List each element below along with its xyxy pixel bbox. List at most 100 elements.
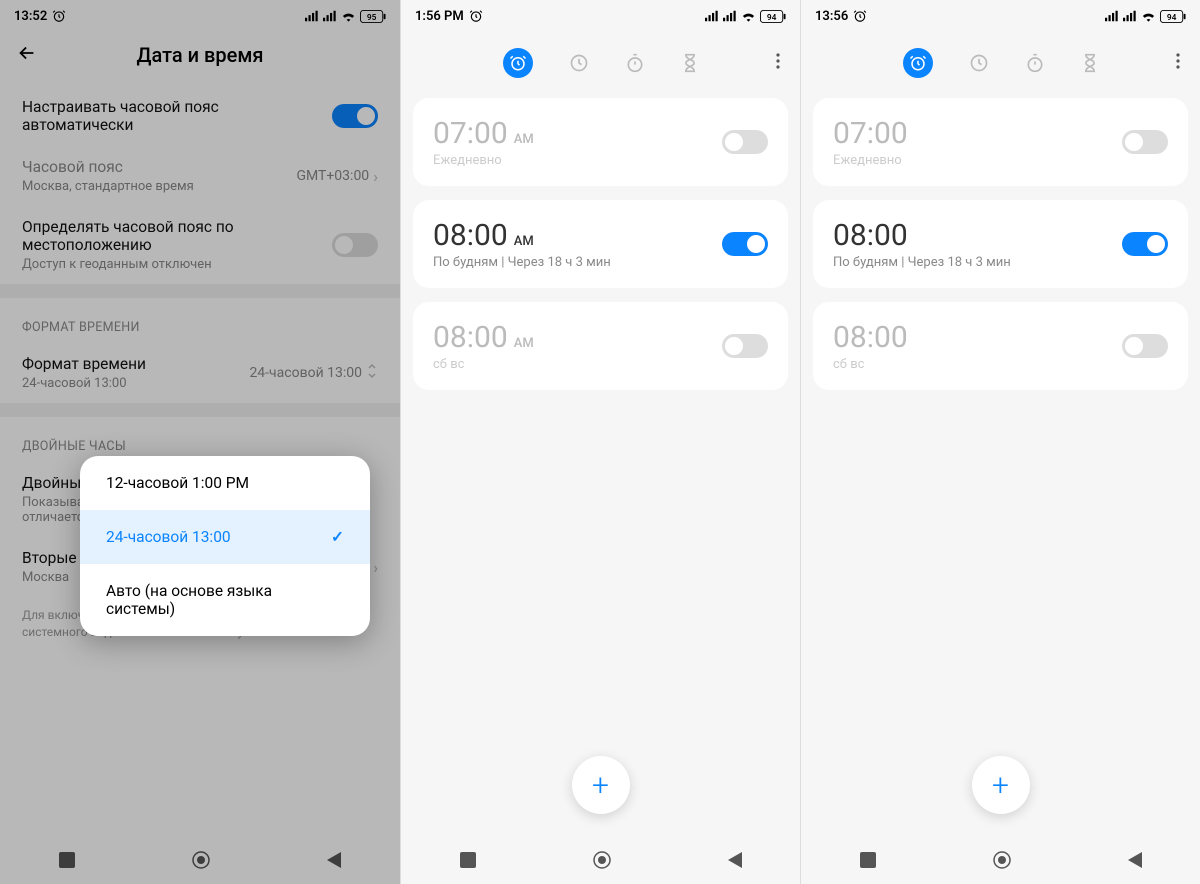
nav-home-icon[interactable] — [993, 851, 1011, 869]
status-bar: 1:56 PM 94 — [401, 0, 800, 32]
nav-back-icon[interactable] — [327, 852, 341, 868]
alarm-toggle[interactable] — [1122, 334, 1168, 358]
more-menu[interactable] — [1176, 53, 1180, 73]
alarm-icon — [853, 9, 867, 23]
tab-alarm[interactable] — [903, 48, 933, 78]
row-sublabel: 24-часовой 13:00 — [22, 376, 249, 391]
alarm-toggle[interactable] — [1122, 232, 1168, 256]
alarm-time: 08:00 — [833, 218, 908, 253]
updown-icon — [366, 363, 378, 383]
clock-tabs — [401, 32, 800, 98]
nav-back-icon[interactable] — [728, 852, 742, 868]
row-sublabel: Москва, стандартное время — [22, 179, 296, 194]
alarm-desc: Ежедневно — [833, 153, 1122, 168]
alarm-list: 07:00 Ежедневно 08:00 По будням | Через … — [801, 98, 1200, 390]
alarm-card[interactable]: 07:00 Ежедневно — [813, 98, 1188, 186]
alarm-desc: Ежедневно — [433, 153, 722, 168]
signal-icon — [305, 10, 319, 22]
battery-icon: 94 — [760, 10, 786, 23]
battery-icon: 94 — [1160, 10, 1186, 23]
battery-icon: 95 — [360, 10, 386, 23]
row-label: Определять часовой пояс по местоположени… — [22, 218, 332, 254]
alarm-card[interactable]: 08:00 По будням | Через 18 ч 3 мин — [813, 200, 1188, 288]
alarm-icon — [52, 9, 66, 23]
nav-bar — [801, 836, 1200, 884]
check-icon: ✓ — [331, 528, 344, 546]
option-12h[interactable]: 12-часовой 1:00 PM — [80, 456, 370, 510]
phone-clock-12h: 1:56 PM 94 07:00AM Ежедневно 08:00AM По … — [400, 0, 800, 884]
time-format-row[interactable]: Формат времени 24-часовой 13:00 24-часов… — [0, 343, 400, 403]
alarm-time: 08:00 — [833, 320, 908, 355]
alarm-card[interactable]: 08:00 сб вс — [813, 302, 1188, 390]
alarm-card[interactable]: 07:00 AM Ежедневно — [413, 98, 788, 186]
nav-bar — [401, 836, 800, 884]
alarm-desc: сб вс — [833, 357, 1122, 372]
option-auto[interactable]: Авто (на основе языка системы) — [80, 564, 370, 636]
auto-timezone-row[interactable]: Настраивать часовой пояс автоматически — [0, 86, 400, 146]
more-menu[interactable] — [776, 53, 780, 73]
wifi-icon — [1141, 10, 1156, 22]
tab-clock[interactable] — [569, 53, 589, 73]
svg-text:95: 95 — [367, 12, 377, 22]
signal-icon — [1123, 10, 1137, 22]
auto-timezone-toggle[interactable] — [332, 104, 378, 128]
status-time: 13:56 — [815, 9, 848, 24]
row-label: Формат времени — [22, 355, 249, 373]
alarm-ampm: AM — [514, 132, 534, 147]
nav-recent-icon[interactable] — [59, 852, 75, 868]
header: Дата и время — [0, 32, 400, 86]
tab-clock[interactable] — [969, 53, 989, 73]
nav-recent-icon[interactable] — [860, 852, 876, 868]
row-sublabel: Доступ к геоданным отключен — [22, 257, 332, 272]
signal-icon — [723, 10, 737, 22]
alarm-time: 07:00 — [433, 116, 508, 151]
alarm-ampm: AM — [514, 234, 534, 249]
nav-home-icon[interactable] — [192, 851, 210, 869]
alarm-card[interactable]: 08:00AM По будням | Через 18 ч 3 мин — [413, 200, 788, 288]
timezone-row[interactable]: Часовой пояс Москва, стандартное время G… — [0, 146, 400, 206]
alarm-time: 07:00 — [833, 116, 908, 151]
alarm-toggle[interactable] — [722, 334, 768, 358]
status-bar: 13:52 95 — [0, 0, 400, 32]
tab-stopwatch[interactable] — [625, 53, 645, 73]
add-alarm-button[interactable]: + — [972, 756, 1030, 814]
alarm-time: 08:00 — [433, 218, 508, 253]
option-24h[interactable]: 24-часовой 13:00 ✓ — [80, 510, 370, 564]
section-label: ФОРМАТ ВРЕМЕНИ — [0, 298, 400, 343]
row-label: Настраивать часовой пояс автоматически — [22, 98, 332, 134]
time-format-popup: 12-часовой 1:00 PM 24-часовой 13:00 ✓ Ав… — [80, 456, 370, 636]
row-value: GMT+03:00 — [296, 168, 369, 184]
status-time: 13:52 — [14, 9, 47, 24]
signal-icon — [323, 10, 337, 22]
geo-timezone-toggle[interactable] — [332, 233, 378, 257]
nav-recent-icon[interactable] — [460, 852, 476, 868]
phone-clock-24h: 13:56 94 07:00 Ежедневно 08:00 По будням… — [800, 0, 1200, 884]
option-label: 24-часовой 13:00 — [106, 528, 231, 546]
signal-icon — [705, 10, 719, 22]
svg-text:94: 94 — [767, 12, 777, 22]
page-title: Дата и время — [16, 43, 384, 67]
alarm-ampm: AM — [514, 336, 534, 351]
svg-text:94: 94 — [1167, 12, 1177, 22]
wifi-icon — [341, 10, 356, 22]
tab-stopwatch[interactable] — [1025, 53, 1045, 73]
add-alarm-button[interactable]: + — [572, 756, 630, 814]
alarm-toggle[interactable] — [722, 232, 768, 256]
nav-home-icon[interactable] — [593, 851, 611, 869]
geo-timezone-row[interactable]: Определять часовой пояс по местоположени… — [0, 206, 400, 284]
alarm-list: 07:00AM Ежедневно 08:00AM По будням | Че… — [401, 98, 800, 390]
tab-timer[interactable] — [1081, 53, 1099, 73]
chevron-right-icon: › — [373, 167, 378, 186]
status-time: 1:56 PM — [415, 9, 464, 24]
row-value: 24-часовой 13:00 — [249, 365, 362, 381]
alarm-toggle[interactable] — [1122, 130, 1168, 154]
tab-alarm[interactable] — [503, 48, 533, 78]
wifi-icon — [741, 10, 756, 22]
signal-icon — [1105, 10, 1119, 22]
nav-back-icon[interactable] — [1128, 852, 1142, 868]
alarm-card[interactable]: 08:00AM сб вс — [413, 302, 788, 390]
alarm-toggle[interactable] — [722, 130, 768, 154]
alarm-time: 08:00 — [433, 320, 508, 355]
status-bar: 13:56 94 — [801, 0, 1200, 32]
tab-timer[interactable] — [681, 53, 699, 73]
